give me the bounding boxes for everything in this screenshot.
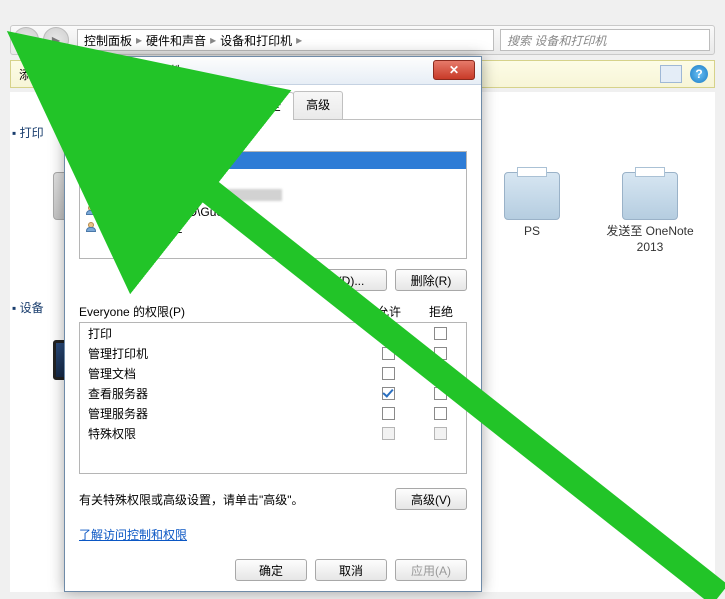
permissions-listbox[interactable]: 打印管理打印机管理文档查看服务器管理服务器特殊权限 — [79, 322, 467, 474]
permission-name: 查看服务器 — [88, 385, 362, 402]
view-options-button[interactable] — [660, 65, 682, 83]
tab-advanced[interactable]: 高级 — [293, 91, 343, 119]
group-icon — [84, 222, 98, 235]
deny-checkbox[interactable] — [434, 407, 447, 420]
redacted — [172, 189, 282, 201]
group-icon — [84, 205, 98, 218]
apply-button[interactable]: 应用(A) — [395, 559, 467, 581]
breadcrumb-item[interactable]: 硬件和声音 — [146, 32, 206, 49]
allow-checkbox[interactable] — [382, 347, 395, 360]
deny-checkbox[interactable] — [434, 427, 447, 440]
section-devices: 设备 — [20, 301, 44, 315]
titlebar[interactable]: 打印服务器 属性 ✕ — [65, 57, 481, 85]
permission-name: 管理打印机 — [88, 345, 362, 362]
permission-name: 管理文档 — [88, 365, 362, 382]
hint-text: 有关特殊权限或高级设置，请单击"高级"。 — [79, 491, 395, 508]
printer-icon — [73, 63, 89, 79]
tab-strip: 表单 端口 驱动程序 安全 高级 — [65, 85, 481, 120]
permission-row: 特殊权限 — [80, 423, 466, 443]
print-server-properties-dialog: 打印服务器 属性 ✕ 表单 端口 驱动程序 安全 高级 组或用户名(G)： Ev… — [64, 56, 482, 592]
list-item[interactable]: Everyone — [80, 152, 466, 169]
tab-forms[interactable]: 表单 — [73, 91, 123, 119]
tab-drivers[interactable]: 驱动程序 — [171, 91, 245, 119]
allow-checkbox[interactable] — [382, 367, 395, 380]
explorer-toolbar: ◄ ► 控制面板▸ 硬件和声音▸ 设备和打印机▸ 搜索 设备和打印机 — [10, 25, 715, 55]
printer-icon — [622, 172, 678, 220]
permission-name: 特殊权限 — [88, 425, 362, 442]
ok-button[interactable]: 确定 — [235, 559, 307, 581]
section-printers: 打印 — [20, 126, 44, 140]
dialog-title: 打印服务器 属性 — [95, 62, 182, 79]
permission-name: 管理服务器 — [88, 405, 362, 422]
printer-item-onenote[interactable]: 发送至 OneNote 2013 — [595, 172, 705, 255]
search-input[interactable]: 搜索 设备和打印机 — [500, 29, 710, 51]
permission-row: 管理服务器 — [80, 403, 466, 423]
nav-forward-button[interactable]: ► — [43, 27, 69, 53]
search-placeholder: 搜索 设备和打印机 — [507, 32, 606, 49]
permission-row: 管理文档 — [80, 363, 466, 383]
help-icon[interactable]: ? — [690, 65, 708, 83]
tab-security[interactable]: 安全 — [244, 92, 294, 120]
deny-checkbox[interactable] — [434, 367, 447, 380]
permission-name: 打印 — [88, 325, 362, 342]
add-device-label[interactable]: 添加设 — [19, 66, 55, 83]
breadcrumb-item[interactable]: 控制面板 — [84, 32, 132, 49]
breadcrumb[interactable]: 控制面板▸ 硬件和声音▸ 设备和打印机▸ — [77, 29, 494, 51]
list-item[interactable]: INTERACTIVE — [80, 220, 466, 237]
deny-checkbox[interactable] — [434, 347, 447, 360]
permissions-label: Everyone 的权限(P) — [79, 303, 363, 320]
permission-row: 管理打印机 — [80, 343, 466, 363]
group-icon — [84, 171, 98, 184]
allow-checkbox[interactable] — [382, 327, 395, 340]
col-allow: 允许 — [363, 303, 415, 320]
cancel-button[interactable]: 取消 — [315, 559, 387, 581]
allow-checkbox[interactable] — [382, 427, 395, 440]
learn-acl-link[interactable]: 了解访问控制和权限 — [79, 526, 187, 543]
printer-item-xps[interactable]: PS — [477, 172, 587, 240]
permission-row: 查看服务器 — [80, 383, 466, 403]
printer-icon — [504, 172, 560, 220]
deny-checkbox[interactable] — [434, 327, 447, 340]
advanced-button[interactable]: 高级(V) — [395, 488, 467, 510]
list-item[interactable]: Administrat — [80, 186, 466, 203]
allow-checkbox[interactable] — [382, 387, 395, 400]
list-item[interactable]: Guests (USER ID\Guests) — [80, 203, 466, 220]
col-deny: 拒绝 — [415, 303, 467, 320]
tab-ports[interactable]: 端口 — [122, 91, 172, 119]
list-item[interactable]: CREATOR OWN — [80, 169, 466, 186]
add-user-button[interactable]: (D)... — [315, 269, 387, 291]
group-icon — [84, 188, 98, 201]
close-button[interactable]: ✕ — [433, 60, 475, 80]
user-icon — [84, 154, 98, 167]
users-listbox[interactable]: Everyone CREATOR OWN Administrat Guests … — [79, 151, 467, 259]
breadcrumb-item[interactable]: 设备和打印机 — [220, 32, 292, 49]
deny-checkbox[interactable] — [434, 387, 447, 400]
permission-row: 打印 — [80, 323, 466, 343]
allow-checkbox[interactable] — [382, 407, 395, 420]
nav-back-button[interactable]: ◄ — [13, 27, 39, 53]
groups-label: 组或用户名(G)： — [79, 130, 467, 147]
remove-user-button[interactable]: 删除(R) — [395, 269, 467, 291]
